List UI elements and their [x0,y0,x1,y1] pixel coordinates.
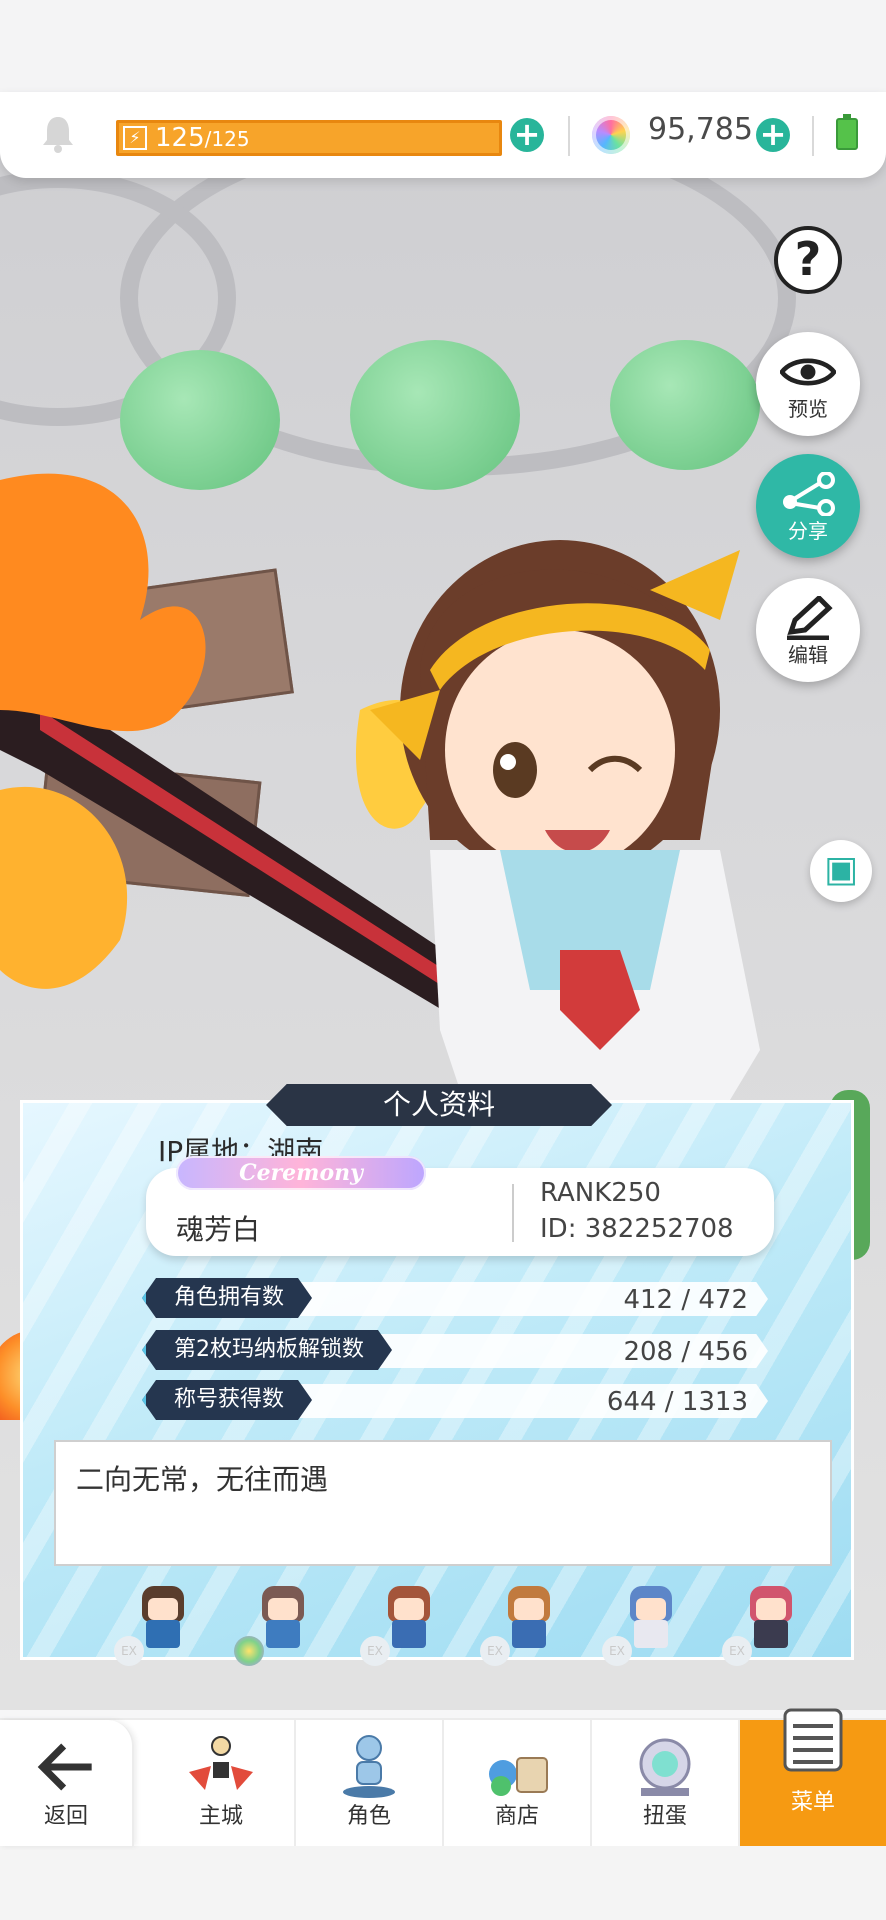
ex-badge: EX [114,1636,144,1666]
character-sprite[interactable]: EX [360,1586,444,1666]
stat-label: 称号获得数 [142,1380,312,1420]
divider [512,1184,514,1242]
edit-label: 编辑 [788,643,828,667]
preview-label: 预览 [788,397,828,421]
share-button[interactable]: 分享 [756,454,860,558]
character-sprite[interactable]: EX [114,1586,198,1666]
panel-title-banner: 个人资料 [266,1084,612,1126]
character-sprite[interactable] [234,1586,318,1666]
stat-row-titles: 称号获得数 644 / 1313 [142,1380,768,1420]
cube-icon: ▣ [823,849,858,890]
nav-back[interactable]: 返回 [0,1720,134,1846]
stat-value: 644 / 1313 [606,1387,748,1417]
bolt-icon: ⚡ [123,126,147,150]
help-button[interactable]: ? [774,226,842,294]
edit-button[interactable]: 编辑 [756,578,860,682]
stamina-text: 125/125 [155,123,250,154]
bio-box: 二向无常，无往而遇 [54,1440,832,1566]
share-label: 分享 [788,519,828,543]
nav-menu-label: 菜单 [790,1790,835,1815]
favorite-characters: EX EX EX EX EX [84,1586,804,1666]
stat-label: 第2枚玛纳板解锁数 [142,1330,392,1370]
stamina-bar: ⚡ 125/125 [116,120,502,156]
title-badge[interactable]: Ceremony [176,1156,426,1190]
gesture-bar-area [0,1844,886,1920]
player-rank: RANK250 [540,1178,661,1208]
ex-badge: EX [602,1636,632,1666]
gacha-icon [639,1738,691,1796]
player-card: Ceremony 魂芳白 RANK250 ID: 382252708 [146,1156,774,1256]
preview-button[interactable]: 预览 [756,332,860,436]
menu-list-icon [783,1708,843,1772]
nav-menu[interactable]: 菜单 [740,1708,886,1846]
stat-row-characters: 角色拥有数 412 / 472 [142,1278,768,1318]
nav-shop-label: 商店 [494,1804,539,1829]
shop-bag-icon [489,1757,548,1796]
status-strip [0,0,886,92]
3d-view-button[interactable]: ▣ [810,840,872,902]
player-name: 魂芳白 [176,1213,261,1246]
bell-icon[interactable] [40,114,76,154]
nav-town[interactable]: 主城 [148,1720,296,1846]
add-stamina-button[interactable]: + [510,118,544,152]
stat-value: 412 / 472 [623,1285,748,1315]
character-sprite[interactable]: EX [602,1586,686,1666]
bottom-navigation: 返回 主城 角色 商店 扭蛋 菜单 [0,1708,886,1846]
eye-icon [780,358,836,386]
stat-label: 角色拥有数 [142,1278,312,1318]
share-icon [783,472,835,516]
nav-back-label: 返回 [43,1804,88,1829]
nav-gacha-label: 扭蛋 [642,1804,687,1829]
stat-row-mana-board: 第2枚玛纳板解锁数 208 / 456 [142,1330,768,1370]
stamina-max: /125 [204,127,250,151]
nav-characters[interactable]: 角色 [296,1720,444,1846]
pencil-icon [787,596,833,640]
back-arrow-icon [37,1743,92,1791]
town-icon [189,1736,253,1790]
panel-title: 个人资料 [382,1088,495,1121]
character-sprite[interactable]: EX [480,1586,564,1666]
ex-badge: EX [360,1636,390,1666]
nav-gacha[interactable]: 扭蛋 [592,1720,740,1846]
nav-shop[interactable]: 商店 [444,1720,592,1846]
star-rank-badge [234,1636,264,1666]
ex-badge: EX [722,1636,752,1666]
player-id: ID: 382252708 [540,1214,734,1244]
divider [568,116,570,156]
gem-count: 95,785 [648,112,753,147]
add-gems-button[interactable]: + [756,118,790,152]
resource-bar: ⚡ 125/125 + 95,785 + [0,92,886,178]
gem-icon [592,116,630,154]
divider [812,116,814,156]
stamina-current: 125 [155,123,205,153]
nav-characters-label: 角色 [346,1804,391,1829]
nav-town-label: 主城 [198,1804,243,1829]
bio-text: 二向无常，无往而遇 [76,1463,329,1496]
character-sprite[interactable]: EX [722,1586,806,1666]
ex-badge: EX [480,1636,510,1666]
character-icon [343,1735,395,1798]
battery-icon [836,114,858,150]
stat-value: 208 / 456 [623,1337,748,1367]
